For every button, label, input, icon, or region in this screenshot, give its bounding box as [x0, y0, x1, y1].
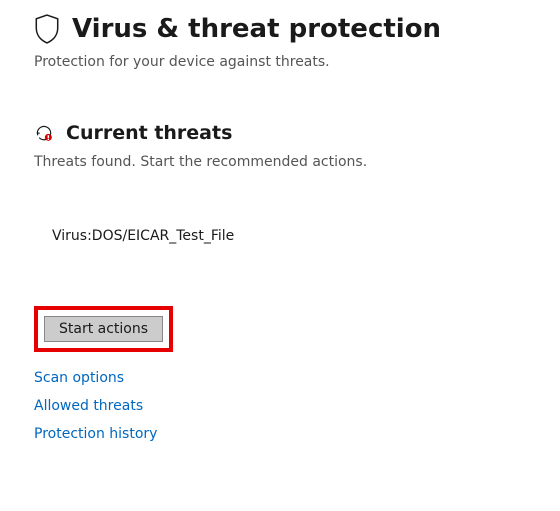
page-header: Virus & threat protection: [34, 14, 526, 44]
start-actions-button[interactable]: Start actions: [44, 316, 163, 342]
page-title: Virus & threat protection: [72, 14, 441, 44]
protection-history-link[interactable]: Protection history: [34, 426, 157, 442]
section-subtitle: Threats found. Start the recommended act…: [34, 154, 526, 170]
allowed-threats-link[interactable]: Allowed threats: [34, 398, 143, 414]
shield-icon: [34, 14, 60, 44]
threats-section: Current threats Threats found. Start the…: [34, 122, 526, 442]
section-header: Current threats: [34, 122, 526, 144]
link-list: Scan options Allowed threats Protection …: [34, 370, 526, 442]
scan-alert-icon: [34, 123, 54, 143]
threat-item: Virus:DOS/EICAR_Test_File: [52, 228, 526, 244]
threat-list: Virus:DOS/EICAR_Test_File: [34, 228, 526, 244]
scan-options-link[interactable]: Scan options: [34, 370, 124, 386]
page-subtitle: Protection for your device against threa…: [34, 54, 526, 70]
highlight-box: Start actions: [34, 306, 173, 352]
section-title: Current threats: [66, 122, 232, 144]
